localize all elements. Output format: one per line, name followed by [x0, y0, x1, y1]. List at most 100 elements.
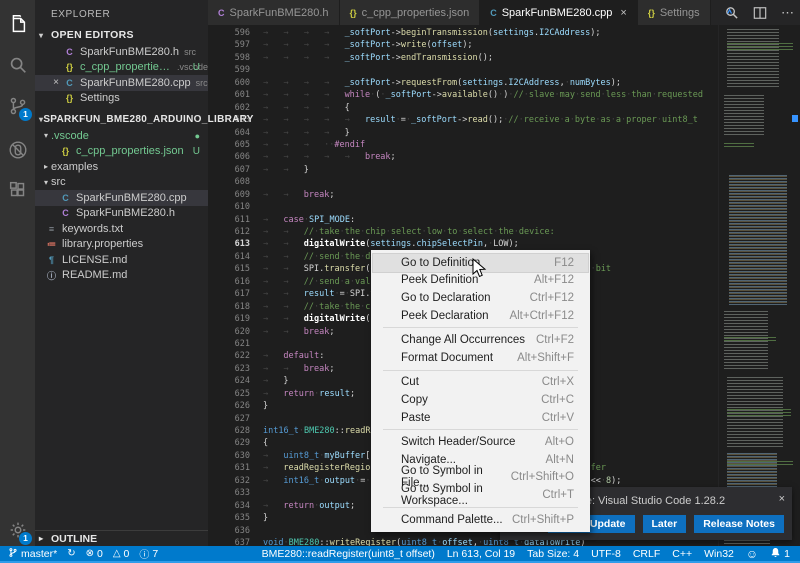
statusbar-item[interactable]: CRLF	[633, 548, 660, 560]
folder-section-header[interactable]: ▾SPARKFUN_BME280_ARDUINO_LIBRARY	[35, 110, 208, 128]
badge: 1	[19, 108, 32, 121]
code-line-597[interactable]: 597→→→→_softPort->write(offset);	[208, 39, 800, 51]
code-line-609[interactable]: 609→→break;	[208, 189, 800, 201]
file-name: README.md	[62, 269, 127, 281]
code-line-610[interactable]: 610	[208, 201, 800, 213]
code-line-600[interactable]: 600→→→→_softPort->requestFrom(settings.I…	[208, 77, 800, 89]
menu-item-change-all-occurrences[interactable]: Change All OccurrencesCtrl+F2	[373, 331, 588, 349]
error-count[interactable]: ⊗0	[86, 548, 103, 560]
menu-item-go-to-symbol-in-workspace[interactable]: Go to Symbol in Workspace...Ctrl+T	[373, 486, 588, 504]
menu-item-format-document[interactable]: Format DocumentAlt+Shift+F	[373, 349, 588, 367]
code-line-598[interactable]: 598→→→→_softPort->endTransmission();	[208, 52, 800, 64]
tree-file[interactable]: CSparkFunBME280.cpp	[35, 190, 208, 206]
statusbar-label: C++	[672, 548, 692, 560]
statusbar-item[interactable]: Tab Size: 4	[527, 548, 579, 560]
menu-item-shortcut: Ctrl+F12	[530, 292, 574, 304]
open-editor-item[interactable]: CSparkFunBME280.hsrc	[35, 44, 208, 60]
menu-item-go-to-definition[interactable]: Go to DefinitionF12	[373, 254, 588, 272]
activitybar-item-manage[interactable]: 1	[0, 512, 35, 547]
code-line-608[interactable]: 608	[208, 176, 800, 188]
menu-item-paste[interactable]: PasteCtrl+V	[373, 409, 588, 427]
more-actions-icon[interactable]: ⋯	[781, 5, 794, 21]
statusbar-label: Tab Size: 4	[527, 548, 579, 560]
code-line-599[interactable]: 599	[208, 64, 800, 76]
open-editor-item[interactable]: {}Settings	[35, 91, 208, 107]
code-line-611[interactable]: 611→case·SPI_MODE:	[208, 214, 800, 226]
line-number: 621	[208, 338, 263, 350]
menu-item-cut[interactable]: CutCtrl+X	[373, 374, 588, 392]
code-line-606[interactable]: 606→→→→→break;	[208, 151, 800, 163]
code-line-612[interactable]: 612→→//·take·the·chip·select·low·to·sele…	[208, 226, 800, 238]
statusbar-item[interactable]: Win32	[704, 548, 734, 560]
tree-file[interactable]: ¶LICENSE.md	[35, 252, 208, 268]
cpp-tool-icon[interactable]	[724, 5, 739, 20]
editor-tab[interactable]: {}Settings	[638, 0, 711, 25]
code-line-605[interactable]: 605→→→··#endif	[208, 139, 800, 151]
editor-tab[interactable]: CSparkFunBME280.h	[208, 0, 340, 25]
git-branch-indicator[interactable]: master*	[8, 547, 57, 561]
editor-tab[interactable]: {}c_cpp_properties.json	[340, 0, 481, 25]
menu-item-peek-definition[interactable]: Peek DefinitionAlt+F12	[373, 272, 588, 290]
menu-item-label: Switch Header/Source	[401, 436, 545, 448]
statusbar-item[interactable]: C++	[672, 548, 692, 560]
code-line-603[interactable]: 603→→→→→result·=·_softPort->read();·//·r…	[208, 114, 800, 126]
statusbar-item[interactable]: UTF-8	[591, 548, 621, 560]
minimap[interactable]	[718, 25, 800, 546]
tree-folder[interactable]: ▸examples	[35, 159, 208, 175]
code-line-613[interactable]: 613→→digitalWrite(settings.chipSelectPin…	[208, 238, 800, 250]
sync-button[interactable]: ↻	[67, 548, 75, 559]
file-type-icon: ¶	[45, 255, 58, 265]
activitybar-item-debug[interactable]	[0, 132, 35, 167]
scrollbar-decoration	[792, 115, 798, 122]
statusbar-label: BME280::readRegister(uint8_t offset)	[262, 548, 435, 560]
menu-item-command-palette[interactable]: Command Palette...Ctrl+Shift+P	[373, 511, 588, 529]
debug-icon	[7, 139, 29, 161]
editor-tab[interactable]: CSparkFunBME280.cpp×	[480, 0, 638, 25]
statusbar-item[interactable]: Ln 613, Col 19	[447, 548, 515, 560]
activitybar-item-search[interactable]	[0, 47, 35, 82]
tree-file[interactable]: ⓘREADME.md	[35, 268, 208, 284]
menu-item-peek-declaration[interactable]: Peek DeclarationAlt+Ctrl+F12	[373, 307, 588, 325]
statusbar-item[interactable]: BME280::readRegister(uint8_t offset)	[262, 548, 435, 560]
notifications-button[interactable]: 1	[770, 547, 790, 561]
code-line-602[interactable]: 602→→→→{	[208, 102, 800, 114]
code-line-607[interactable]: 607→→}	[208, 164, 800, 176]
tree-file[interactable]: {}c_cpp_properties.jsonU	[35, 144, 208, 160]
tree-file[interactable]: ≡keywords.txt	[35, 221, 208, 237]
open-editor-item[interactable]: ×CSparkFunBME280.cppsrc	[35, 75, 208, 91]
activitybar-item-source-control[interactable]: 1	[0, 88, 35, 123]
close-icon[interactable]: ×	[779, 493, 785, 505]
tree-folder[interactable]: ▾src	[35, 175, 208, 191]
tree-file[interactable]: CSparkFunBME280.h	[35, 206, 208, 222]
code-line-596[interactable]: 596→→→→_softPort->beginTransmission(sett…	[208, 27, 800, 39]
menu-item-shortcut: Ctrl+Shift+O	[511, 471, 574, 483]
chevron-down-icon: ▾	[39, 31, 51, 40]
bell-icon	[770, 547, 781, 561]
open-editors-header[interactable]: ▾OPEN EDITORS	[35, 26, 208, 44]
activitybar-item-explorer[interactable]	[0, 6, 35, 41]
tree-file[interactable]: ≔library.properties	[35, 237, 208, 253]
status-bar: master* ↻ ⊗0 △0 ⓘ7 BME280::readRegister(uint…	[0, 546, 800, 563]
close-icon[interactable]: ×	[620, 7, 626, 19]
tree-folder[interactable]: ▾.vscode●	[35, 128, 208, 144]
menu-item-copy[interactable]: CopyCtrl+C	[373, 391, 588, 409]
later-button[interactable]: Later	[643, 515, 687, 533]
release-notes-button[interactable]: Release Notes	[694, 515, 784, 533]
outline-section-header[interactable]: ▸ OUTLINE	[35, 530, 208, 546]
warning-count[interactable]: △0	[113, 548, 130, 560]
menu-item-label: Change All Occurrences	[401, 334, 536, 346]
split-editor-icon[interactable]	[753, 6, 767, 20]
menu-item-switch-header-source[interactable]: Switch Header/SourceAlt+O	[373, 433, 588, 451]
close-icon[interactable]: ×	[49, 77, 63, 88]
feedback-button[interactable]: ☺	[746, 547, 758, 561]
activitybar-item-extensions[interactable]	[0, 172, 35, 207]
code-line-601[interactable]: 601→→→→while·(·_softPort->available()·)·…	[208, 89, 800, 101]
info-count[interactable]: ⓘ7	[139, 546, 158, 561]
code-line-604[interactable]: 604→→→→}	[208, 127, 800, 139]
file-type-icon: {}	[350, 8, 357, 18]
menu-item-go-to-declaration[interactable]: Go to DeclarationCtrl+F12	[373, 289, 588, 307]
line-number: 600	[208, 77, 263, 89]
line-number: 635	[208, 512, 263, 524]
open-editor-item[interactable]: {}c_cpp_properties.json.vscodeU	[35, 60, 208, 76]
chevron-down-icon: ▾	[41, 131, 51, 140]
